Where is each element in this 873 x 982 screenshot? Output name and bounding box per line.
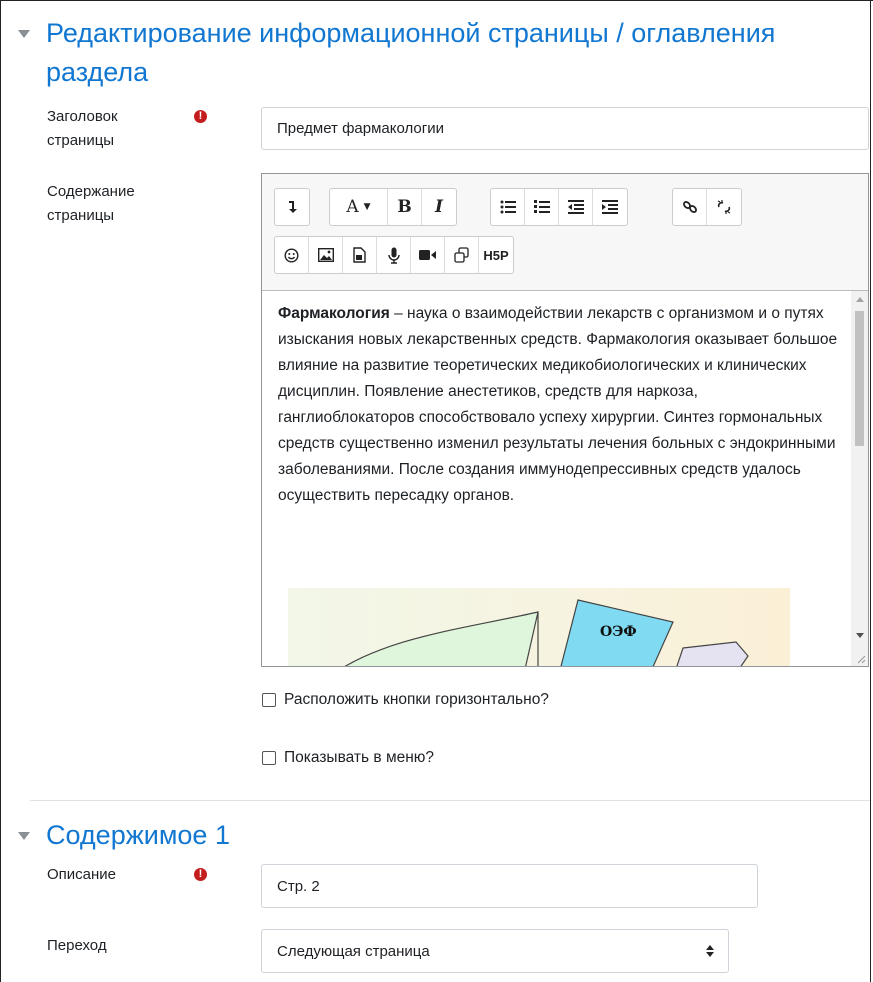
page-title-input[interactable]: Предмет фармакологии (261, 107, 869, 150)
toolbar-group-lists (490, 188, 628, 226)
jump-label: Переход (47, 937, 107, 954)
collapse-icon[interactable] (275, 189, 309, 225)
show-in-menu-checkbox[interactable] (262, 751, 276, 765)
resize-handle-icon[interactable] (856, 654, 866, 664)
description-label: Описание (47, 866, 117, 883)
editor-paragraph: Фармакология – наука о взаимодействии ле… (278, 301, 838, 509)
horizontal-buttons-checkbox-row[interactable]: Расположить кнопки горизонтально? (262, 691, 549, 709)
page-content-label: Содержание страницы (47, 183, 135, 224)
bold-icon[interactable]: B (388, 189, 422, 225)
h5p-label: H5P (483, 247, 509, 263)
editor-bold-lead: Фармакология (278, 305, 390, 322)
unlink-icon[interactable] (707, 189, 741, 225)
media-icon[interactable] (343, 237, 377, 273)
record-video-icon[interactable] (411, 237, 445, 273)
editor-text: – наука о взаимодействии лекарств с орга… (278, 305, 838, 504)
jump-select[interactable]: Следующая страница (261, 929, 729, 973)
chart-label-oef: ОЭФ (600, 624, 637, 640)
scroll-down-arrow-icon[interactable] (856, 633, 864, 638)
select-arrows-icon (706, 945, 714, 957)
scroll-thumb[interactable] (855, 311, 864, 446)
indent-icon[interactable] (593, 189, 627, 225)
collapse-caret-icon[interactable] (18, 832, 30, 840)
toolbar-group-style: A ▼ B I (329, 188, 457, 226)
italic-icon[interactable]: I (422, 189, 456, 225)
emoticon-icon[interactable] (275, 237, 309, 273)
outdent-icon[interactable] (559, 189, 593, 225)
rich-text-editor[interactable]: A ▼ B I H5P Фармакология – наука о взаим… (261, 173, 869, 667)
ordered-list-icon[interactable] (525, 189, 559, 225)
required-icon: ! (194, 868, 207, 881)
editor-toolbar: A ▼ B I H5P (262, 174, 868, 291)
section-divider (30, 800, 870, 801)
unordered-list-icon[interactable] (491, 189, 525, 225)
manage-files-icon[interactable] (445, 237, 479, 273)
bold-label: B (397, 197, 412, 217)
editor-content-area[interactable]: Фармакология – наука о взаимодействии ле… (262, 291, 850, 666)
toolbar-group-links (672, 188, 742, 226)
toolbar-group-collapse (274, 188, 310, 226)
chart-image-graphic: ОЭФ (344, 599, 749, 666)
link-icon[interactable] (673, 189, 707, 225)
required-icon: ! (194, 110, 207, 123)
section-title: Содержимое 1 (46, 820, 230, 850)
italic-label: I (435, 197, 443, 217)
show-in-menu-label: Показывать в меню? (284, 749, 435, 766)
image-icon[interactable] (309, 237, 343, 273)
section-title: Редактирование информационной страницы /… (46, 18, 776, 87)
editor-scrollbar[interactable] (851, 291, 868, 666)
horizontal-buttons-checkbox[interactable] (262, 693, 276, 707)
page-title-label: Заголовок страницы (47, 108, 118, 149)
collapse-caret-icon[interactable] (18, 30, 30, 38)
jump-select-value: Следующая страница (277, 942, 430, 960)
show-in-menu-checkbox-row[interactable]: Показывать в меню? (262, 749, 434, 767)
top-border (0, 0, 873, 1)
h5p-icon[interactable]: H5P (479, 237, 513, 273)
embedded-chart-image[interactable]: ОЭФ (288, 588, 790, 666)
font-label: A (346, 197, 359, 217)
horizontal-buttons-label: Расположить кнопки горизонтально? (284, 691, 549, 708)
toolbar-group-media: H5P (274, 236, 514, 274)
record-audio-icon[interactable] (377, 237, 411, 273)
description-input[interactable]: Стр. 2 (261, 864, 758, 908)
section-header-content-1[interactable]: Содержимое 1 (18, 816, 230, 855)
font-color-icon[interactable]: A ▼ (330, 189, 388, 225)
scroll-up-arrow-icon[interactable] (856, 297, 864, 302)
section-header-edit-page[interactable]: Редактирование информационной страницы /… (18, 14, 836, 92)
